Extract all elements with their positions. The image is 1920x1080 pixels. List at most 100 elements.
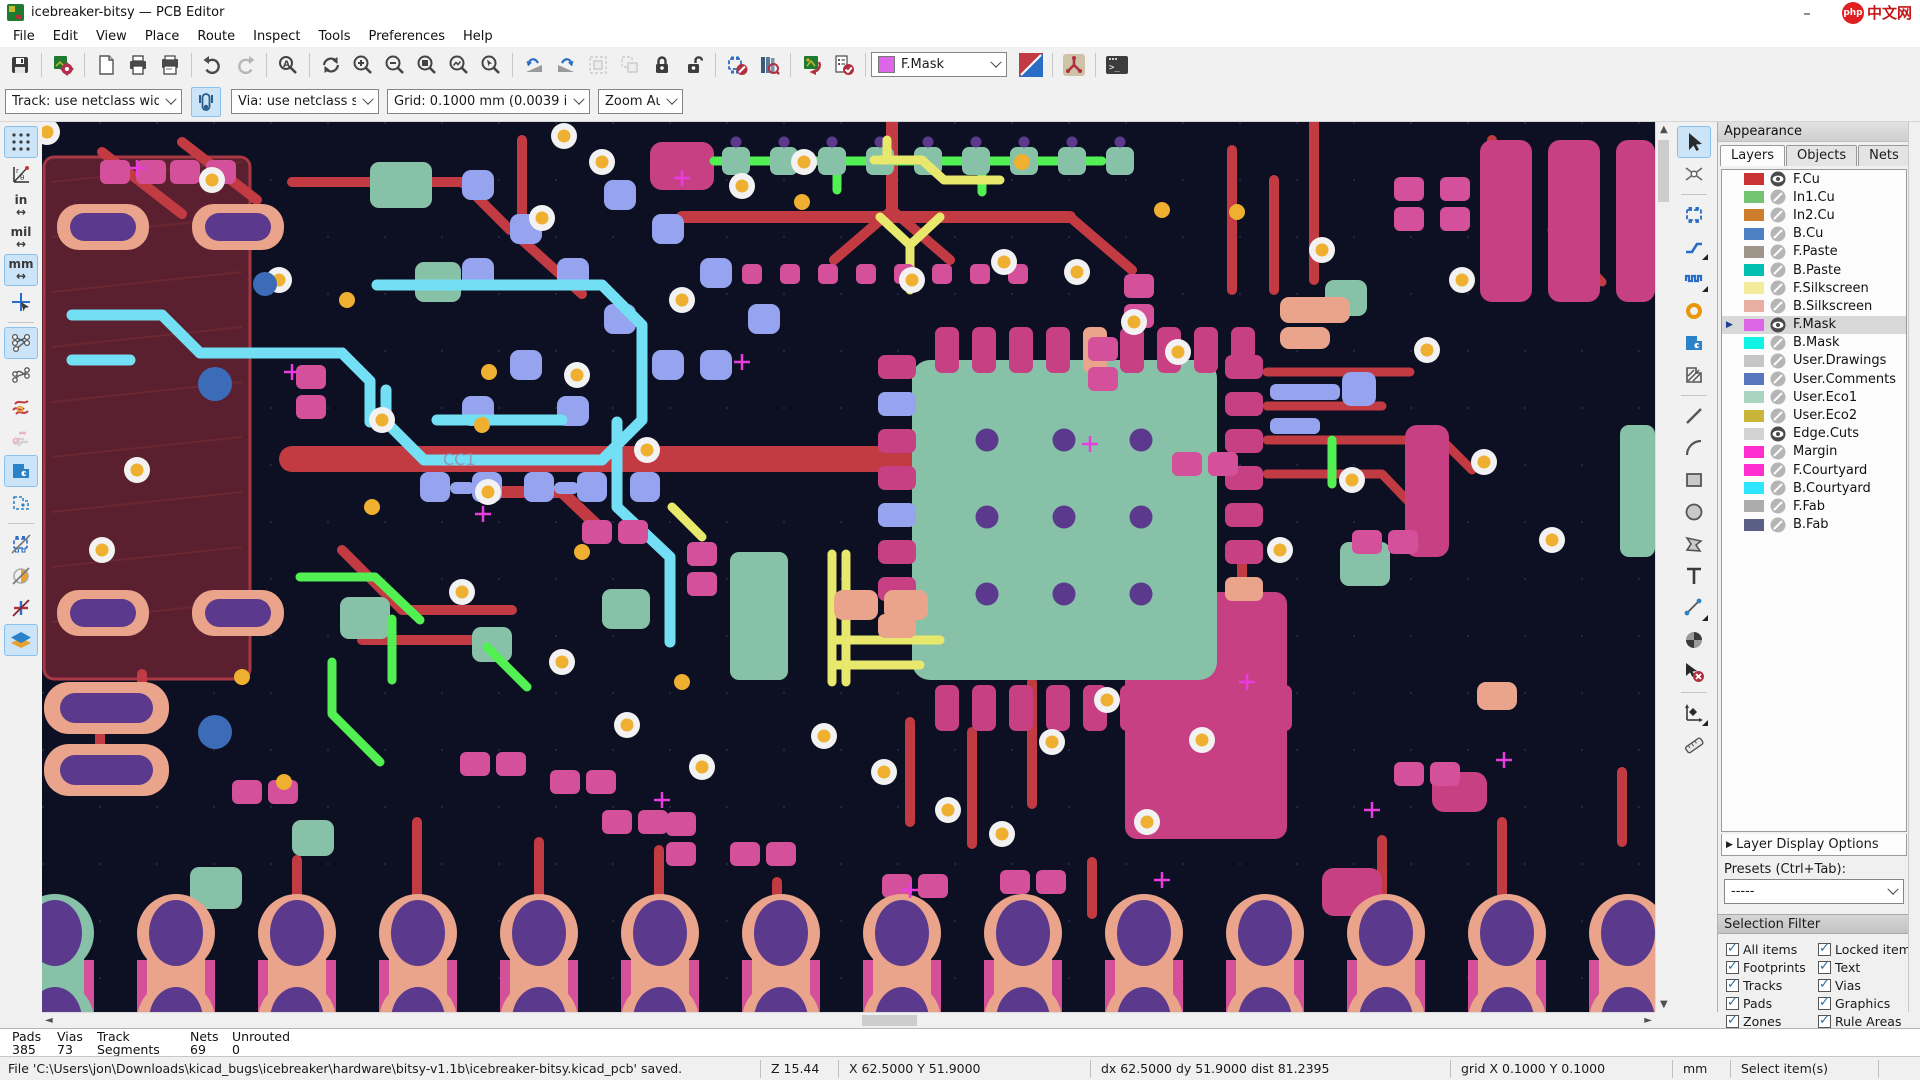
horizontal-scrollbar-thumb[interactable] [862, 1015, 917, 1026]
eye-hidden-icon[interactable] [1770, 335, 1786, 351]
layer-display-options[interactable]: ▶ Layer Display Options [1721, 834, 1907, 856]
zoom-select[interactable]: Zoom Auto [598, 89, 683, 114]
layer-color-swatch[interactable] [1744, 173, 1764, 186]
eye-hidden-icon[interactable] [1770, 517, 1786, 533]
flip-view-left-icon[interactable] [519, 50, 549, 80]
units-mm-button[interactable]: mm ↔ [4, 254, 38, 286]
checkbox-icon[interactable] [1726, 1013, 1739, 1028]
layer-color-swatch[interactable] [1744, 445, 1764, 458]
menu-item-preferences[interactable]: Preferences [360, 27, 454, 46]
layer-row-f-courtyard[interactable]: F.Courtyard [1722, 461, 1906, 479]
eye-hidden-icon[interactable] [1770, 462, 1786, 478]
eye-visible-icon[interactable] [1770, 426, 1786, 442]
alignment-target-button[interactable] [1678, 625, 1710, 655]
high-contrast-mode-button[interactable] [4, 624, 38, 656]
draw-line-button[interactable] [1678, 401, 1710, 431]
filter-all-items[interactable]: All items [1726, 940, 1818, 958]
filter-text[interactable]: Text [1818, 958, 1910, 976]
eye-hidden-icon[interactable] [1770, 280, 1786, 296]
filter-vias[interactable]: Vias [1818, 976, 1910, 994]
page-settings-button[interactable] [91, 50, 121, 80]
draw-zone-button[interactable] [1678, 328, 1710, 358]
undo-button[interactable] [198, 50, 228, 80]
layer-row-user-eco2[interactable]: User.Eco2 [1722, 406, 1906, 424]
eye-hidden-icon[interactable] [1770, 207, 1786, 223]
local-ratsnest-button[interactable] [1678, 159, 1710, 189]
layer-row-f-cu[interactable]: F.Cu [1722, 170, 1906, 188]
minimize-button[interactable]: – [1790, 4, 1824, 22]
tab-nets[interactable]: Nets [1858, 145, 1910, 166]
layer-color-swatch[interactable] [1744, 391, 1764, 404]
layer-pair-indicator[interactable] [1016, 50, 1046, 80]
filter-graphics[interactable]: Graphics [1818, 994, 1910, 1012]
board-setup-button[interactable] [48, 50, 78, 80]
toggle-track-display-button[interactable] [5, 424, 37, 454]
place-text-button[interactable] [1678, 561, 1710, 591]
checkbox-icon[interactable] [1818, 941, 1831, 956]
layer-color-swatch[interactable] [1744, 227, 1764, 240]
footprint-library-browser-button[interactable] [754, 50, 784, 80]
layer-row-f-paste[interactable]: F.Paste [1722, 243, 1906, 261]
lock-button[interactable] [647, 50, 677, 80]
show-ratsnest-button[interactable] [4, 327, 38, 359]
place-via-button[interactable] [1678, 296, 1710, 326]
filter-tracks[interactable]: Tracks [1726, 976, 1818, 994]
layer-color-swatch[interactable] [1744, 373, 1764, 386]
layer-color-swatch[interactable] [1744, 191, 1764, 204]
eye-hidden-icon[interactable] [1770, 480, 1786, 496]
checkbox-icon[interactable] [1818, 995, 1831, 1010]
measure-tool-button[interactable] [1678, 730, 1710, 760]
layer-row-b-silkscreen[interactable]: B.Silkscreen [1722, 297, 1906, 315]
checkbox-icon[interactable] [1818, 977, 1831, 992]
via-size-select[interactable]: Via: use netclass sizes [231, 89, 379, 114]
layer-color-swatch[interactable] [1744, 282, 1764, 295]
menu-item-view[interactable]: View [87, 27, 136, 46]
dimension-tool-button[interactable] [1678, 593, 1710, 623]
menu-item-inspect[interactable]: Inspect [244, 27, 309, 46]
layer-row-b-paste[interactable]: B.Paste [1722, 261, 1906, 279]
eye-hidden-icon[interactable] [1770, 498, 1786, 514]
units-mils-button[interactable]: mil ↔ [5, 223, 37, 253]
layer-color-swatch[interactable] [1744, 245, 1764, 258]
eye-hidden-icon[interactable] [1770, 244, 1786, 260]
menu-item-file[interactable]: File [4, 27, 44, 46]
layer-row-f-fab[interactable]: F.Fab [1722, 497, 1906, 515]
pcb-canvas-area[interactable]: CC1 [16, 116, 1667, 1059]
zoom-fit-objects-button[interactable] [444, 50, 474, 80]
eye-visible-icon[interactable] [1770, 171, 1786, 187]
draw-rule-area-button[interactable] [1678, 360, 1710, 390]
eye-hidden-icon[interactable] [1770, 389, 1786, 405]
menu-item-place[interactable]: Place [136, 27, 189, 46]
eye-hidden-icon[interactable] [1770, 298, 1786, 314]
auto-track-width-toggle[interactable] [191, 86, 221, 117]
zoom-fit-page-button[interactable] [412, 50, 442, 80]
toggle-grid-button[interactable] [4, 126, 38, 158]
tune-length-button[interactable] [1678, 264, 1710, 294]
eye-visible-icon[interactable] [1770, 317, 1786, 333]
show-net-names-button[interactable] [5, 392, 37, 422]
vertical-scrollbar[interactable]: ▲ ▼ [1655, 122, 1671, 1012]
zone-fill-display-button[interactable] [4, 455, 38, 487]
menu-item-tools[interactable]: Tools [309, 27, 359, 46]
layer-color-swatch[interactable] [1744, 354, 1764, 367]
unlock-button[interactable] [679, 50, 709, 80]
route-tracks-button[interactable] [1678, 232, 1710, 262]
draw-rectangle-button[interactable] [1678, 465, 1710, 495]
filter-pads[interactable]: Pads [1726, 994, 1818, 1012]
pcb-canvas[interactable]: CC1 [16, 116, 1667, 1059]
edit-footprints-button[interactable] [722, 50, 752, 80]
layer-color-swatch[interactable] [1744, 318, 1764, 331]
crosshair-cursor-button[interactable] [5, 287, 37, 317]
layer-color-swatch[interactable] [1744, 409, 1764, 422]
eye-hidden-icon[interactable] [1770, 226, 1786, 242]
layer-row-in1-cu[interactable]: In1.Cu [1722, 188, 1906, 206]
layer-color-swatch[interactable] [1744, 264, 1764, 277]
units-inches-button[interactable]: in ↔ [5, 191, 37, 221]
eye-hidden-icon[interactable] [1770, 353, 1786, 369]
menu-item-edit[interactable]: Edit [44, 27, 87, 46]
refresh-view-button[interactable] [316, 50, 346, 80]
eye-hidden-icon[interactable] [1770, 444, 1786, 460]
zone-outline-display-button[interactable] [5, 488, 37, 518]
tab-objects[interactable]: Objects [1786, 145, 1858, 166]
checkbox-icon[interactable] [1726, 995, 1739, 1010]
